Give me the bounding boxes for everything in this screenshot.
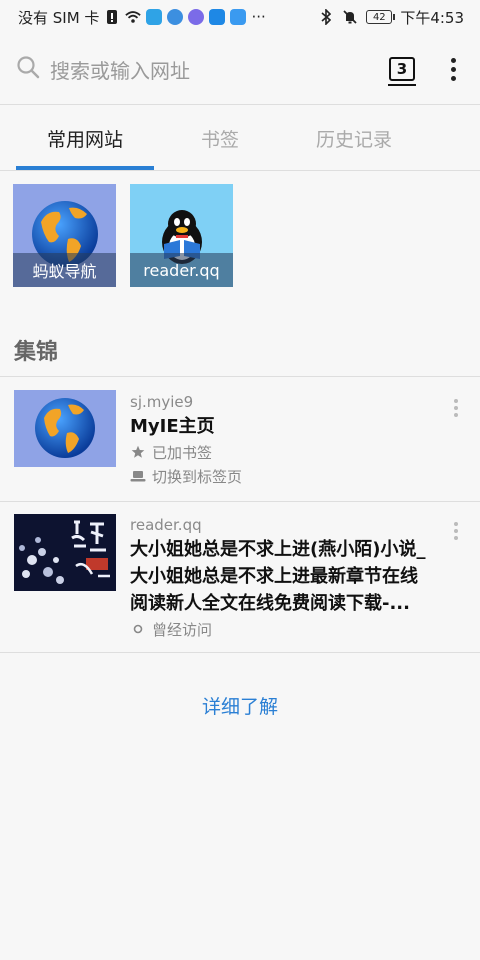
cloud-notification-icon	[230, 9, 247, 25]
card-title[interactable]: MyIE主页	[130, 413, 440, 440]
book-cover-image	[14, 514, 116, 591]
card-source: reader.qq	[130, 516, 202, 534]
shortcut-label: 蚂蚁导航	[13, 253, 116, 287]
card-meta: 已加书签	[130, 440, 440, 464]
switch-to-tab-label[interactable]: 切换到标签页	[152, 466, 242, 487]
card-meta[interactable]: 切换到标签页	[130, 464, 440, 488]
shortcut-tile[interactable]: reader.qq	[130, 184, 233, 287]
overflow-menu-icon[interactable]	[451, 57, 456, 81]
wifi-icon	[125, 9, 142, 25]
clock: 下午4:53	[400, 8, 464, 27]
search-icon	[16, 55, 40, 83]
card-menu-icon[interactable]	[454, 522, 460, 540]
section-heading: 集锦	[14, 340, 59, 365]
mute-bell-icon	[342, 9, 358, 25]
music-notification-icon	[188, 9, 205, 25]
learn-more-link[interactable]: 详细了解	[0, 692, 480, 719]
bookmarked-label: 已加书签	[152, 443, 213, 462]
collection-card[interactable]: sj.myie9 MyIE主页 已加书签 切换到标签页	[0, 377, 480, 501]
sim-alert-icon	[104, 9, 120, 25]
divider	[0, 170, 480, 171]
star-icon	[130, 444, 146, 460]
visited-label: 曾经访问	[152, 620, 213, 639]
tab-history[interactable]: 历史记录	[286, 106, 422, 170]
bluetooth-icon	[318, 9, 334, 25]
card-source: sj.myie9	[130, 393, 194, 411]
carrier-text: 没有 SIM 卡	[18, 8, 100, 27]
tabs-switcher-button[interactable]: 3	[388, 57, 416, 86]
section-tabs: 常用网站 书签 历史记录	[0, 106, 480, 170]
card-thumbnail	[14, 514, 116, 591]
tab-frequent-sites[interactable]: 常用网站	[16, 106, 154, 170]
bulb-notification-icon	[167, 9, 184, 25]
battery-indicator: 42	[366, 10, 396, 24]
card-title-line: 大小姐她总是不求上进(燕小陌)小说_	[130, 539, 426, 560]
circle-icon	[130, 621, 146, 637]
globe-icon	[35, 398, 95, 458]
shortcut-label: reader.qq	[130, 253, 233, 287]
card-menu-icon[interactable]	[454, 399, 460, 417]
card-title-line: 阅读新人全文在线免费阅读下载-...	[130, 593, 410, 614]
shortcut-tile[interactable]: 蚂蚁导航	[13, 184, 116, 287]
divider	[0, 652, 480, 653]
status-bar: 没有 SIM 卡 ··· 42 下午4:53	[0, 0, 480, 34]
search-input[interactable]: 搜索或输入网址	[50, 55, 190, 84]
divider	[0, 104, 480, 105]
app-notification-icon	[146, 9, 163, 25]
address-bar[interactable]: 搜索或输入网址 3	[0, 34, 480, 104]
card-title-line: 大小姐她总是不求上进最新章节在线	[130, 566, 418, 587]
card-thumbnail	[14, 390, 116, 467]
card-title[interactable]: 大小姐她总是不求上进(燕小陌)小说_ 大小姐她总是不求上进最新章节在线 阅读新人…	[130, 536, 440, 617]
laptop-icon	[130, 468, 146, 484]
tab-bookmarks[interactable]: 书签	[154, 106, 286, 170]
store-notification-icon	[209, 9, 226, 25]
more-notifications: ···	[251, 8, 266, 26]
card-meta: 曾经访问	[130, 617, 440, 641]
collection-card[interactable]: reader.qq 大小姐她总是不求上进(燕小陌)小说_ 大小姐她总是不求上进最…	[0, 502, 480, 652]
